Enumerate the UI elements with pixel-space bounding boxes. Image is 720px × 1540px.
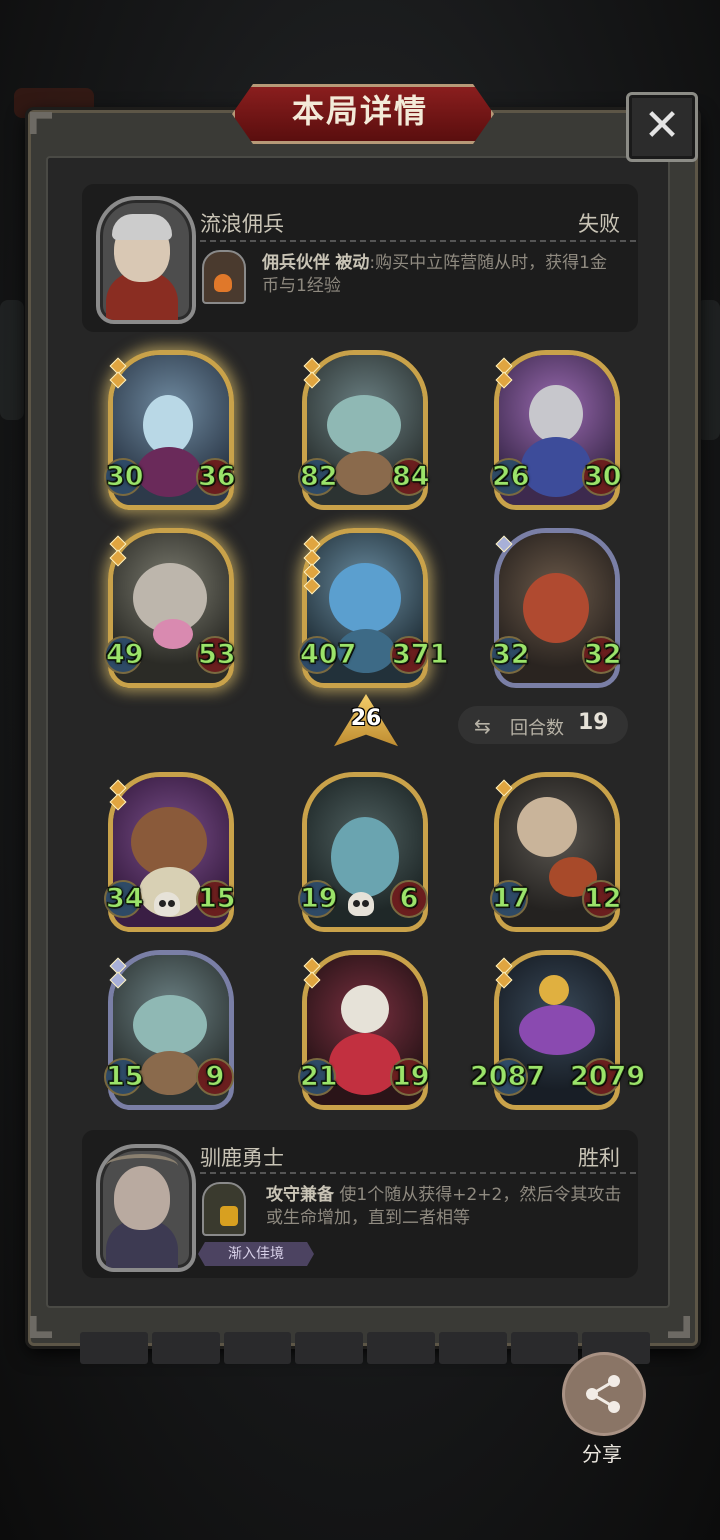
player-skill-text: 攻守兼备 使1个随从获得+2+2，然后令其攻击或生命增加，直到二者相等 xyxy=(266,1184,626,1230)
opponent-hero-portrait[interactable] xyxy=(96,196,196,324)
share-label: 分享 xyxy=(582,1442,622,1466)
minion-health: 371 xyxy=(390,636,449,674)
dialog-title: 本局详情 xyxy=(291,92,428,130)
refresh-icon: ⇆ xyxy=(474,714,491,738)
close-button[interactable]: ✕ xyxy=(626,92,698,162)
minion-attack: 26 xyxy=(490,458,530,496)
player-hero-portrait[interactable] xyxy=(96,1144,196,1272)
opponent-result: 失败 xyxy=(578,212,620,236)
minion-health: 12 xyxy=(582,880,622,918)
minion-attack: 15 xyxy=(104,1058,144,1096)
background-card-strip xyxy=(80,1332,650,1364)
player-skill-name: 攻守兼备 xyxy=(266,1185,334,1205)
opponent-skill-text: 佣兵伙伴 被动:购买中立阵营随从时，获得1金币与1经验 xyxy=(262,252,622,298)
rounds-pill: ⇆ 回合数 19 xyxy=(458,706,628,744)
share-button[interactable] xyxy=(562,1352,646,1436)
minion-health: 9 xyxy=(196,1058,234,1096)
tavern-tier-value: 26 xyxy=(350,706,382,731)
minion-attack: 32 xyxy=(490,636,530,674)
minion-health: 53 xyxy=(196,636,236,674)
minion-health: 32 xyxy=(582,636,622,674)
opponent-skill-type: 被动 xyxy=(335,253,370,273)
minion-attack: 34 xyxy=(104,880,144,918)
share-icon xyxy=(586,1375,620,1413)
minion-attack: 407 xyxy=(298,636,357,674)
minion-health: 30 xyxy=(582,458,622,496)
player-result: 胜利 xyxy=(578,1146,620,1170)
minion-attack: 49 xyxy=(104,636,144,674)
divider xyxy=(200,240,636,242)
divider xyxy=(200,1172,636,1174)
mercenary-skill-icon[interactable] xyxy=(202,250,246,304)
minion-health: 84 xyxy=(390,458,430,496)
rounds-value: 19 xyxy=(578,710,609,735)
deathrattle-skull-icon xyxy=(154,892,180,916)
tavern-tier-badge: 26 xyxy=(334,694,398,752)
minion-health: 19 xyxy=(390,1058,430,1096)
hero-status-tag: 渐入佳境 xyxy=(198,1242,314,1266)
minion-attack: 21 xyxy=(298,1058,338,1096)
minion-attack: 82 xyxy=(298,458,338,496)
minion-health: 6 xyxy=(390,880,428,918)
opponent-hero-name: 流浪佣兵 xyxy=(200,212,284,236)
minion-attack: 19 xyxy=(298,880,338,918)
minion-attack: 17 xyxy=(490,880,530,918)
minion-attack: 2087 xyxy=(470,1058,546,1096)
close-x-icon: ✕ xyxy=(643,100,681,151)
player-hero-name: 驯鹿勇士 xyxy=(200,1146,284,1170)
minion-health: 15 xyxy=(196,880,236,918)
minion-attack: 30 xyxy=(104,458,144,496)
minion-health: 36 xyxy=(196,458,236,496)
opponent-skill-name: 佣兵伙伴 xyxy=(262,253,330,273)
shield-skill-icon[interactable] xyxy=(202,1182,246,1236)
deathrattle-skull-icon xyxy=(348,892,374,916)
rounds-label: 回合数 xyxy=(510,718,564,739)
minion-health: 2079 xyxy=(570,1058,646,1096)
